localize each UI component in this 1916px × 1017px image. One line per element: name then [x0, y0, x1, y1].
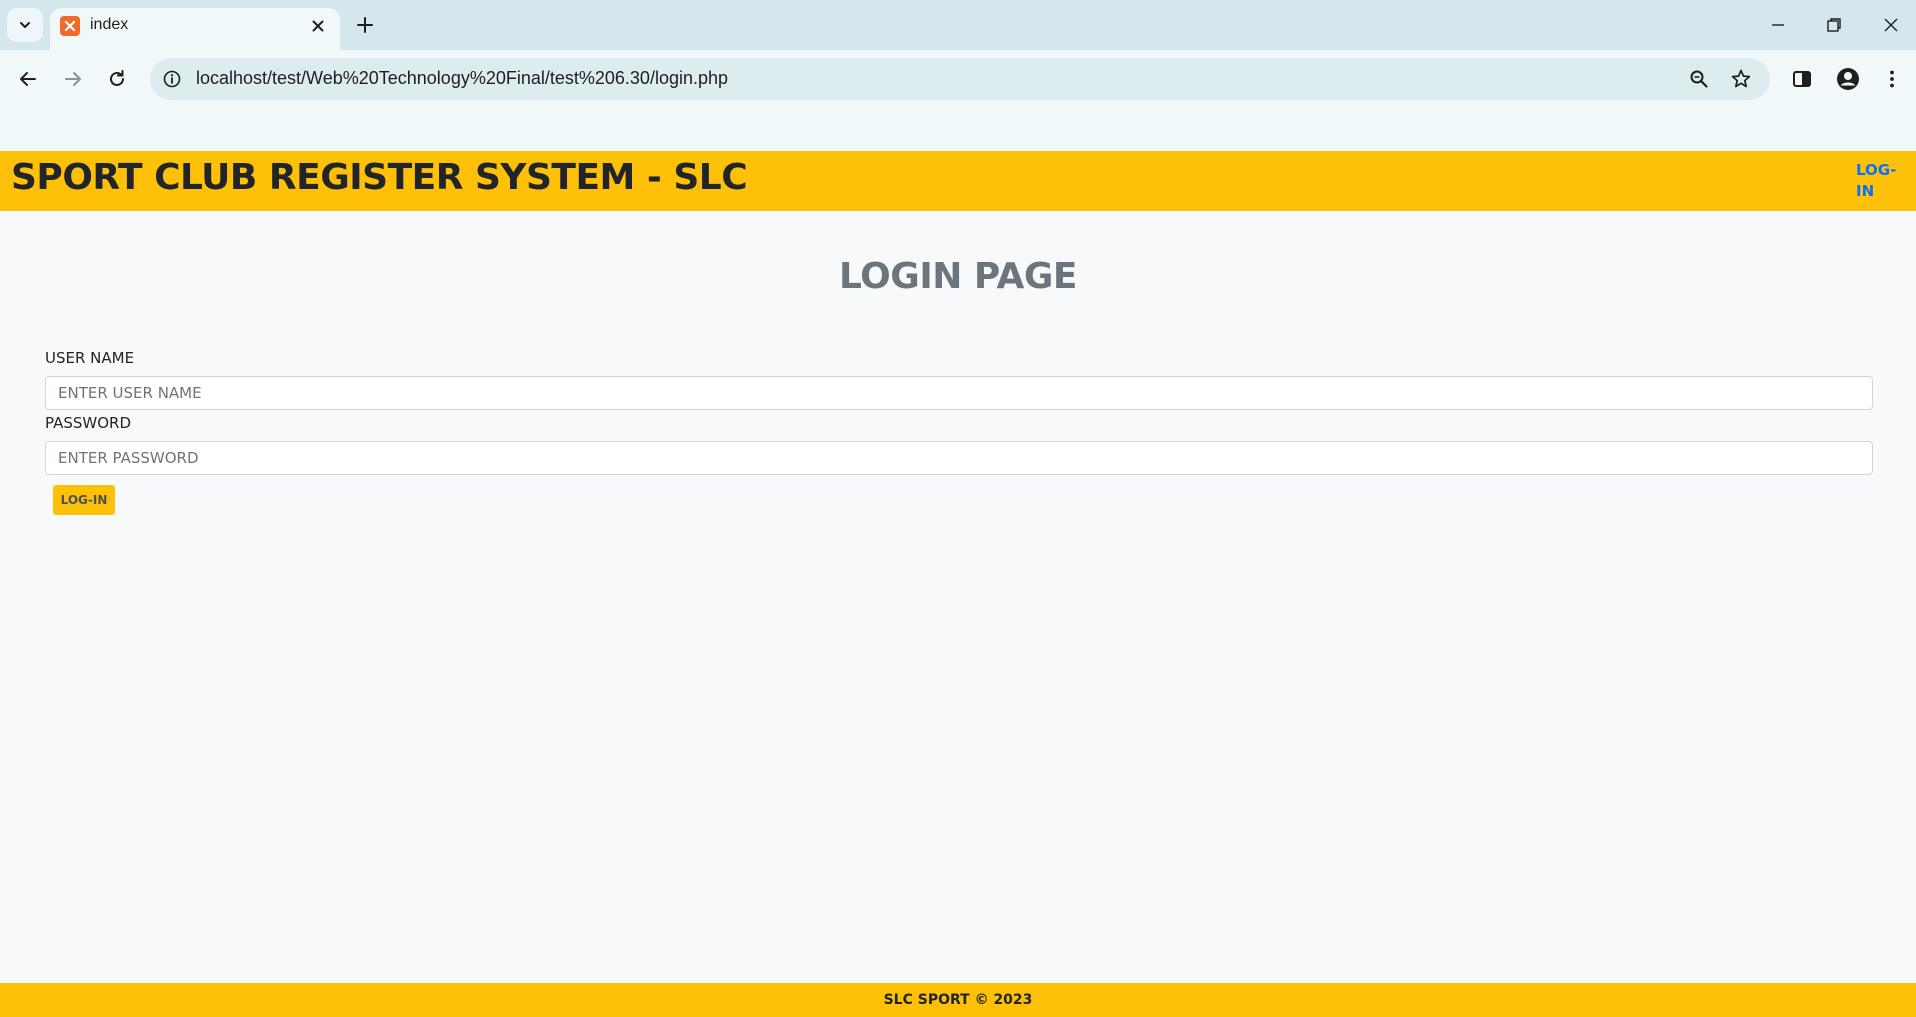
page-viewport: SPORT CLUB REGISTER SYSTEM - SLC LOG-IN …: [0, 109, 1916, 1017]
browser-tab-active[interactable]: index: [50, 8, 340, 50]
site-info-icon[interactable]: [162, 69, 182, 89]
footer-copyright: SLC SPORT © 2023: [883, 992, 1033, 1008]
reload-icon[interactable]: [104, 66, 130, 92]
chevron-down-icon: [20, 22, 30, 28]
forward-arrow-icon[interactable]: [60, 66, 86, 92]
page-top-strip: [0, 109, 1916, 151]
bookmark-star-icon[interactable]: [1730, 68, 1752, 90]
close-icon[interactable]: [310, 18, 326, 34]
back-arrow-icon[interactable]: [15, 66, 41, 92]
tab-search-button[interactable]: [7, 8, 43, 42]
window-close-icon[interactable]: [1880, 14, 1902, 36]
new-tab-plus-icon[interactable]: [354, 14, 376, 36]
restore-icon[interactable]: [1823, 14, 1845, 36]
site-footer: SLC SPORT © 2023: [0, 983, 1916, 1017]
xampp-favicon-icon: [60, 16, 80, 36]
minimize-icon[interactable]: [1767, 14, 1789, 36]
password-input[interactable]: [45, 441, 1873, 475]
browser-toolbar: localhost/test/Web%20Technology%20Final/…: [0, 50, 1916, 109]
page-title: LOGIN PAGE: [839, 256, 1077, 297]
side-panel-icon[interactable]: [1789, 66, 1815, 92]
username-label: USER NAME: [45, 349, 135, 367]
profile-avatar-icon[interactable]: [1835, 66, 1861, 92]
zoom-icon[interactable]: [1688, 68, 1710, 90]
tab-title: index: [90, 16, 129, 33]
address-bar[interactable]: localhost/test/Web%20Technology%20Final/…: [150, 58, 1770, 100]
nav-login-link[interactable]: LOG-IN: [1856, 160, 1900, 202]
browser-tab-strip: index: [0, 0, 1916, 50]
url-text[interactable]: localhost/test/Web%20Technology%20Final/…: [196, 68, 728, 89]
username-input[interactable]: [45, 376, 1873, 410]
login-button[interactable]: LOG-IN: [53, 485, 115, 515]
site-title: SPORT CLUB REGISTER SYSTEM - SLC: [11, 157, 748, 198]
password-label: PASSWORD: [45, 414, 132, 432]
more-menu-icon[interactable]: [1879, 66, 1905, 92]
site-header: SPORT CLUB REGISTER SYSTEM - SLC LOG-IN: [0, 151, 1916, 211]
